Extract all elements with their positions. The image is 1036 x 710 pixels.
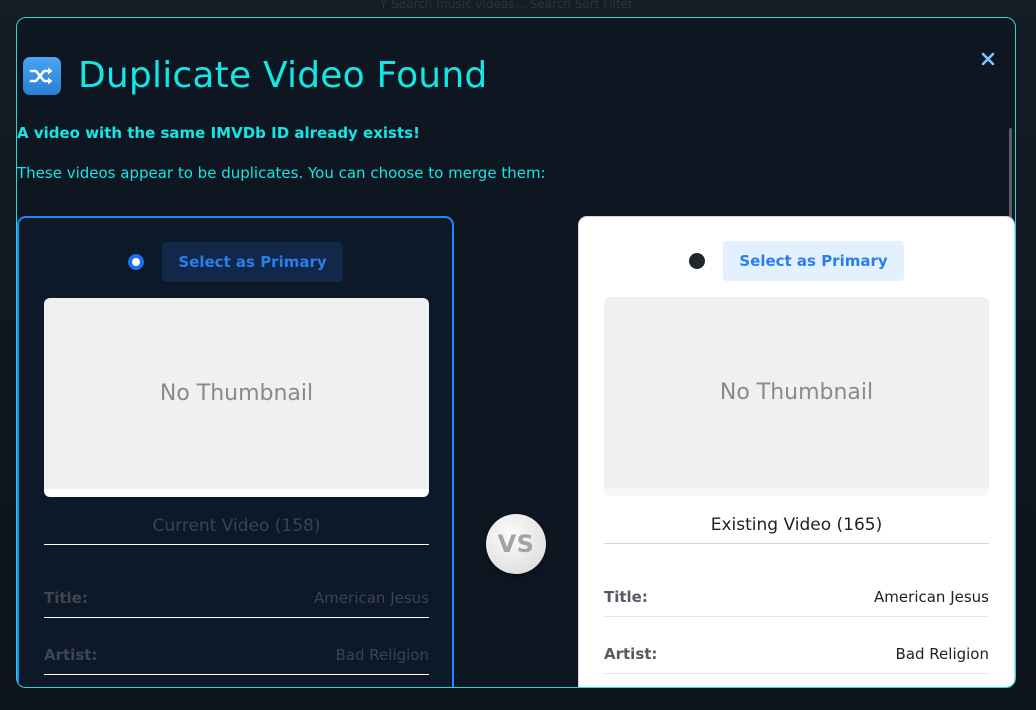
duplicate-warning: A video with the same IMVDb ID already e…: [17, 124, 420, 142]
field-value: Bad Religion: [895, 645, 989, 663]
close-button[interactable]: [978, 49, 998, 69]
primary-select-row: Select as Primary: [19, 242, 452, 282]
primary-select-row: Select as Primary: [579, 241, 1014, 281]
modal-scrollbar[interactable]: [1009, 128, 1012, 228]
field-value: Bad Religion: [335, 646, 429, 664]
close-icon: [981, 52, 995, 66]
modal-title: Duplicate Video Found: [78, 55, 488, 96]
field-row-title: Title: American Jesus: [604, 588, 989, 617]
merge-intro-text: These videos appear to be duplicates. Yo…: [17, 164, 546, 182]
background-toolbar: Y Search music videos... Search Sort Fil…: [0, 0, 1036, 16]
field-value: American Jesus: [314, 589, 429, 607]
thumbnail-placeholder: No Thumbnail: [44, 298, 429, 497]
field-row-artist: Artist: Bad Religion: [44, 646, 429, 675]
modal-header: Duplicate Video Found: [23, 56, 487, 96]
field-label: Artist:: [604, 645, 658, 663]
field-row-artist: Artist: Bad Religion: [604, 645, 989, 674]
vs-badge: VS: [486, 514, 546, 574]
field-label: Artist:: [44, 646, 98, 664]
field-row-title: Title: American Jesus: [44, 589, 429, 618]
select-primary-button-current[interactable]: Select as Primary: [162, 242, 343, 282]
duplicate-video-modal: Duplicate Video Found A video with the s…: [16, 17, 1016, 688]
current-video-card[interactable]: Select as Primary No Thumbnail Current V…: [17, 216, 454, 687]
background-toolbar-text: Y Search music videos... Search Sort Fil…: [380, 0, 633, 11]
thumbnail-placeholder: No Thumbnail: [604, 297, 989, 496]
field-label: Title:: [604, 588, 648, 606]
shuffle-icon: [23, 57, 61, 95]
background-footer: [0, 686, 1036, 710]
video-label-existing: Existing Video (165): [604, 515, 989, 544]
field-value: American Jesus: [874, 588, 989, 606]
field-label: Title:: [44, 589, 88, 607]
existing-video-card[interactable]: Select as Primary No Thumbnail Existing …: [578, 216, 1015, 687]
video-label-current: Current Video (158): [44, 516, 429, 545]
primary-radio-current[interactable]: [128, 254, 145, 270]
primary-radio-existing[interactable]: [689, 253, 706, 269]
select-primary-button-existing[interactable]: Select as Primary: [723, 241, 904, 281]
